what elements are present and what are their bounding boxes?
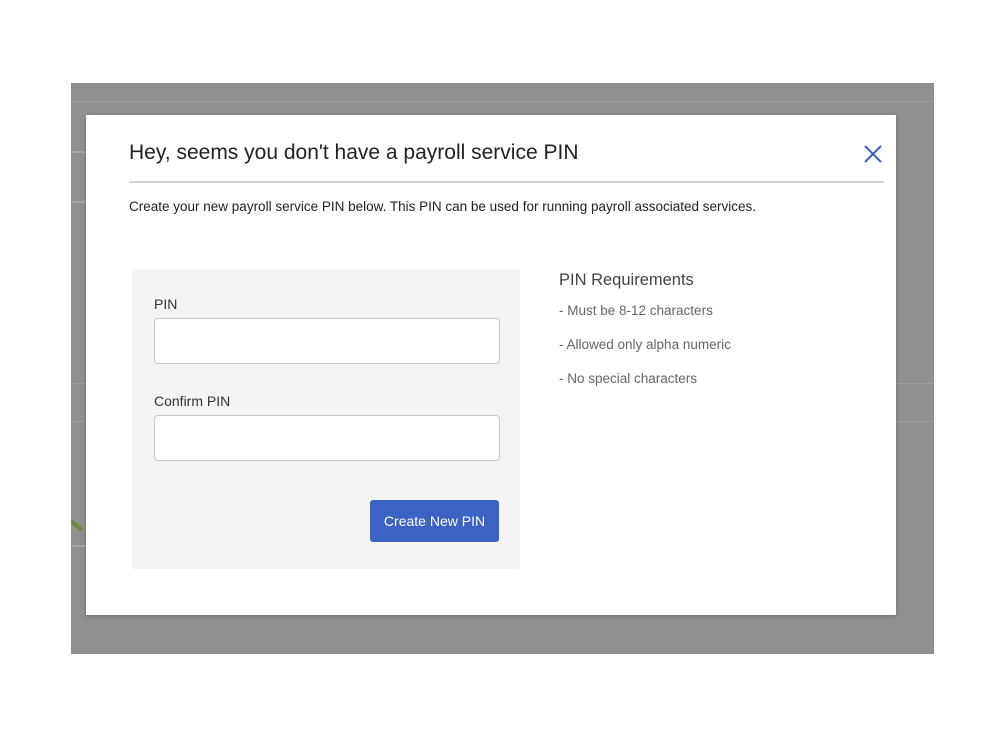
background-divider xyxy=(71,101,934,102)
confirm-pin-label: Confirm PIN xyxy=(154,393,231,409)
create-new-pin-button[interactable]: Create New PIN xyxy=(370,500,499,542)
pin-input[interactable] xyxy=(154,318,500,364)
requirement-item: - Must be 8-12 characters xyxy=(559,303,713,318)
requirement-item: - Allowed only alpha numeric xyxy=(559,337,731,352)
pin-form-panel: PIN Confirm PIN Create New PIN xyxy=(132,269,520,569)
requirements-heading: PIN Requirements xyxy=(559,271,694,289)
requirement-item: - No special characters xyxy=(559,371,698,386)
requirements-list: - Must be 8-12 characters - Allowed only… xyxy=(559,302,731,404)
pin-label: PIN xyxy=(154,296,178,312)
confirm-pin-input[interactable] xyxy=(154,415,500,461)
dialog-description: Create your new payroll service PIN belo… xyxy=(129,199,757,214)
dialog-title: Hey, seems you don't have a payroll serv… xyxy=(129,141,579,164)
close-icon[interactable] xyxy=(860,141,886,167)
pin-setup-dialog: Hey, seems you don't have a payroll serv… xyxy=(86,115,896,615)
title-divider xyxy=(129,181,884,183)
